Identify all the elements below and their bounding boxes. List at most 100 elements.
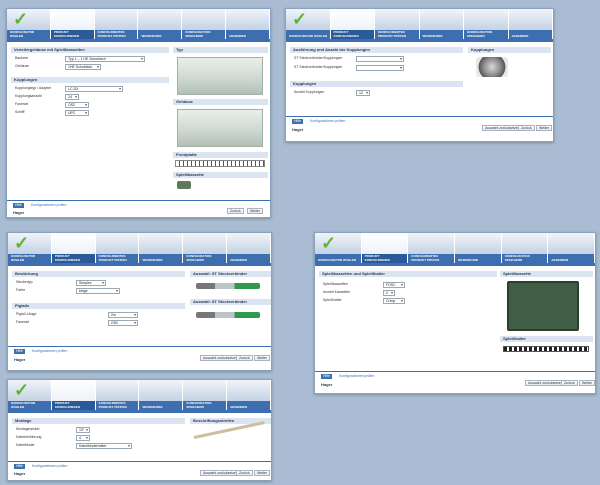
help-button[interactable]: Hilfe — [321, 374, 333, 379]
section-header: Kupplungen — [11, 77, 169, 83]
label-bauform: Bauform — [15, 56, 29, 60]
select-faserart[interactable]: OS2 — [108, 320, 138, 326]
label-row: ST Steckverbinder/Kupplungen — [294, 65, 343, 69]
wizard-tabs: ✓ KONFIGURATOR WÄHLEN PRODUKT KONFIGURIER… — [7, 9, 270, 42]
checkmark-icon: ✓ — [14, 380, 30, 400]
next-button[interactable]: Weiter — [579, 380, 595, 386]
housing-image — [177, 109, 263, 147]
label-kupplungstyp: Kupplungstyp / Adapter — [15, 86, 52, 90]
label-faserart: Faserart — [15, 102, 29, 106]
back-button[interactable]: Zurück — [236, 470, 253, 476]
select-bauform[interactable]: Typ 1 – 1 HE Schubfach — [65, 56, 145, 62]
tab-konfigurator-waehlen[interactable]: ✓ KONFIGURATOR WÄHLEN — [315, 233, 362, 263]
label-kabelbinder: Kabelbinder — [16, 443, 35, 447]
next-button[interactable]: Weiter — [247, 208, 264, 214]
select-kabeleinfuehrung[interactable]: 4 — [76, 435, 90, 441]
tab-konfiguration-speichern[interactable]: KONFIGURATION SPEICHERN — [183, 233, 228, 263]
tab-warenkorb[interactable]: WARENKORB — [419, 9, 464, 39]
tab-absenden[interactable]: ABSENDEN — [227, 380, 271, 410]
tab-produkt-pruefen[interactable]: KONFIGURIERTES PRODUKT PRÜFEN — [94, 9, 139, 39]
select-kabelbinder[interactable]: Kabelbinderhalter — [76, 443, 132, 449]
select-farbe[interactable]: beige — [76, 288, 120, 294]
reset-button[interactable]: Auswahl zurücksetzen — [200, 355, 241, 361]
back-button[interactable]: Zurück — [561, 380, 578, 386]
tab-absenden[interactable]: ABSENDEN — [226, 9, 270, 39]
tab-produkt-konfigurieren[interactable]: PRODUKT KONFIGURIEREN — [361, 233, 409, 263]
select-row[interactable] — [356, 65, 404, 71]
screenshot-configure-mounting: ✓ KONFIGURATOR WÄHLEN PRODUKT KONFIGURIER… — [7, 379, 272, 481]
section-header: Kupplungen — [468, 47, 551, 53]
next-button[interactable]: Weiter — [254, 470, 271, 476]
select-kupplungstyp[interactable]: LC-DX — [65, 86, 123, 92]
help-button[interactable]: Hilfe — [14, 349, 26, 354]
checkmark-icon: ✓ — [292, 9, 308, 29]
tab-konfiguration-speichern[interactable]: KONFIGURATION SPEICHERN — [501, 233, 549, 263]
tab-konfiguration-speichern[interactable]: KONFIGURATION SPEICHERN — [183, 380, 228, 410]
select-anzahl-kassetten[interactable]: 2 — [383, 290, 395, 296]
tab-konfigurator-waehlen[interactable]: ✓ KONFIGURATOR WÄHLEN — [8, 380, 52, 410]
tab-produkt-pruefen[interactable]: KONFIGURIERTES PRODUKT PRÜFEN — [95, 233, 140, 263]
tab-konfiguration-speichern[interactable]: KONFIGURATION SPEICHERN — [464, 9, 509, 39]
tab-konfigurator-waehlen[interactable]: ✓ KONFIGURATOR WÄHLEN — [286, 9, 331, 39]
next-button[interactable]: Weiter — [254, 355, 271, 361]
splice-cassette-image — [507, 281, 579, 331]
section-header: Auswahl: ST Steckverbinder — [190, 299, 271, 305]
back-button[interactable]: Zurück — [236, 355, 253, 361]
tab-warenkorb[interactable]: WARENKORB — [138, 9, 183, 39]
select-steckertyp[interactable]: Simplex — [76, 280, 106, 286]
check-configurations-link[interactable]: Konfigurationen prüfen — [339, 374, 374, 379]
tab-konfiguration-speichern[interactable]: KONFIGURATION SPEICHERN — [182, 9, 227, 39]
tab-produkt-konfigurieren[interactable]: PRODUKT KONFIGURIEREN — [51, 233, 96, 263]
select-schliff[interactable]: UPC — [65, 110, 89, 116]
footer-divider — [8, 461, 271, 462]
check-configurations-link[interactable]: Konfigurationen prüfen — [310, 119, 345, 124]
section-header: Gehäuse — [173, 99, 268, 105]
tab-produkt-pruefen[interactable]: KONFIGURIERTES PRODUKT PRÜFEN — [375, 9, 420, 39]
next-button[interactable]: Weiter — [536, 125, 553, 131]
tab-produkt-konfigurieren[interactable]: PRODUKT KONFIGURIEREN — [50, 9, 95, 39]
reset-button[interactable]: Auswahl zurücksetzen — [525, 380, 566, 386]
back-button[interactable]: Zurück — [227, 208, 244, 214]
tab-produkt-pruefen[interactable]: KONFIGURIERTES PRODUKT PRÜFEN — [95, 380, 140, 410]
frontplate-image — [175, 160, 265, 167]
label-farbe: Farbe — [16, 288, 26, 292]
tab-warenkorb[interactable]: WARENKORB — [455, 233, 502, 263]
tab-absenden[interactable]: ABSENDEN — [508, 9, 553, 39]
label-row: ST Steckverbinder/Kupplungen — [294, 56, 343, 60]
select-anzahl[interactable]: 12 — [356, 90, 370, 96]
wizard-tabs: ✓ KONFIGURATOR WÄHLEN PRODUKT KONFIGURIER… — [8, 380, 271, 413]
tab-warenkorb[interactable]: WARENKORB — [139, 233, 184, 263]
label-anzahl-kassetten: Anzahl Kassetten — [323, 290, 351, 294]
label-montagewinkel: Montagewinkel — [16, 427, 40, 431]
tab-konfigurator-waehlen[interactable]: ✓ KONFIGURATOR WÄHLEN — [7, 9, 51, 39]
check-configurations-link[interactable]: Konfigurationen prüfen — [32, 349, 67, 354]
select-row[interactable] — [356, 56, 404, 62]
tab-produkt-konfigurieren[interactable]: PRODUKT KONFIGURIEREN — [51, 380, 96, 410]
tab-absenden[interactable]: ABSENDEN — [227, 233, 271, 263]
tab-produkt-konfigurieren[interactable]: PRODUKT KONFIGURIEREN — [330, 9, 375, 39]
help-button[interactable]: Hilfe — [292, 119, 304, 124]
select-faserart[interactable]: OS2 — [65, 102, 89, 108]
reset-button[interactable]: Auswahl zurücksetzen — [200, 470, 241, 476]
help-button[interactable]: Hilfe — [14, 464, 26, 469]
help-button[interactable]: Hilfe — [13, 203, 25, 208]
label-spleisshalter: Spleißhalter — [323, 298, 342, 302]
splice-holder-image — [503, 346, 589, 352]
tab-absenden[interactable]: ABSENDEN — [548, 233, 595, 263]
select-spleisskassetten[interactable]: FOSC — [383, 282, 405, 288]
tab-produkt-pruefen[interactable]: KONFIGURIERTES PRODUKT PRÜFEN — [408, 233, 456, 263]
checkmark-icon: ✓ — [13, 9, 29, 29]
reset-button[interactable]: Auswahl zurücksetzen — [482, 125, 523, 131]
select-gehaeuse[interactable]: 1HE Schubfach — [65, 64, 101, 70]
section-header: Ausführung und Anzahl der Kupplungen — [290, 47, 463, 53]
select-spleisshalter[interactable]: Crimp — [383, 298, 405, 304]
select-pigtail-laenge[interactable]: 2m — [108, 312, 138, 318]
check-configurations-link[interactable]: Konfigurationen prüfen — [31, 203, 66, 208]
select-montagewinkel[interactable]: 19" — [76, 427, 90, 433]
check-configurations-link[interactable]: Konfigurationen prüfen — [32, 464, 67, 469]
tab-warenkorb[interactable]: WARENKORB — [139, 380, 184, 410]
select-kupplungsanzahl[interactable]: 24 — [65, 94, 79, 100]
back-button[interactable]: Zurück — [518, 125, 535, 131]
tab-konfigurator-waehlen[interactable]: ✓ KONFIGURATOR WÄHLEN — [8, 233, 52, 263]
section-header: Pigtails — [12, 303, 185, 309]
